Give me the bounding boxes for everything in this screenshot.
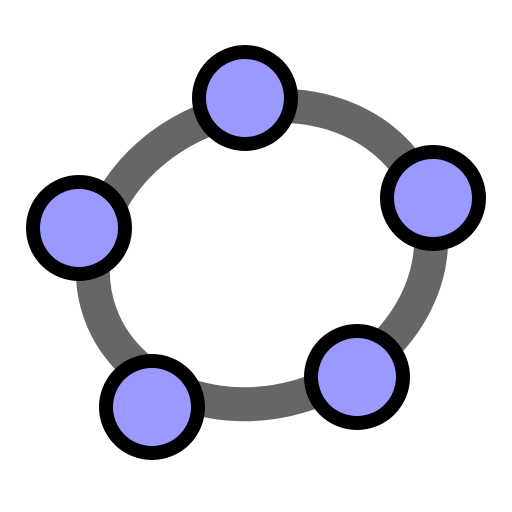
logo-point-right <box>380 145 486 251</box>
logo-point-bottom-left <box>99 354 205 460</box>
geogebra-logo-svg <box>26 45 486 460</box>
logo-point-left <box>26 175 132 281</box>
logo-point-top <box>192 45 298 151</box>
geogebra-logo-icon <box>0 0 512 512</box>
logo-point-bottom-right <box>304 324 410 430</box>
